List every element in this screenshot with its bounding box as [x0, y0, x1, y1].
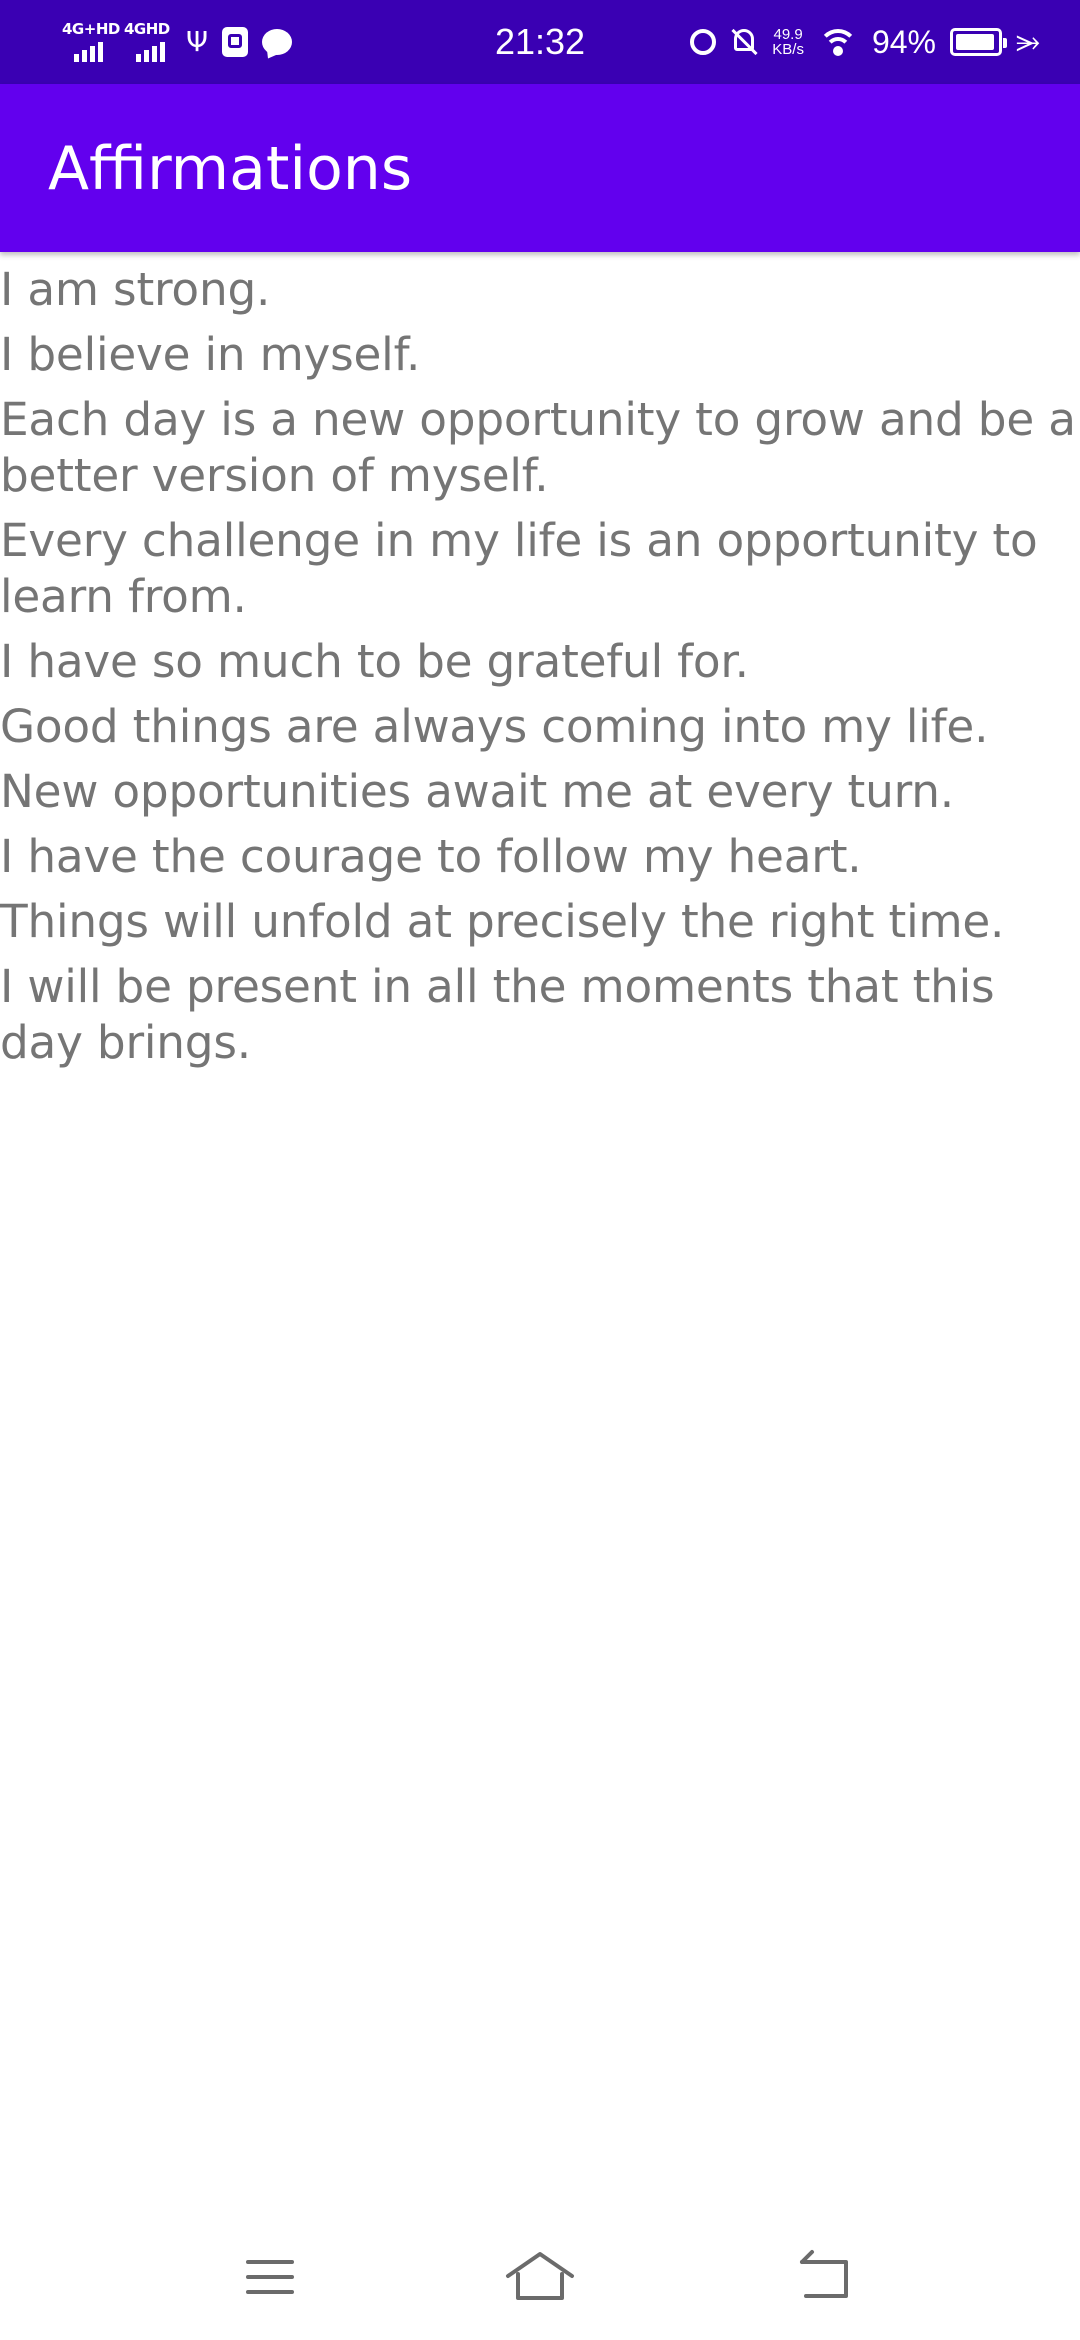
affirmation-item: Things will unfold at precisely the righ…: [0, 895, 1005, 948]
menu-icon[interactable]: [230, 2240, 310, 2310]
status-bar: 4G+HD 4GHD Ψ 21:32 49.9 KB/s 94% ⭃: [0, 0, 1080, 84]
affirmation-item: I am strong.: [0, 263, 271, 316]
navigation-bar: [0, 2210, 1080, 2340]
alarm-icon: [690, 29, 717, 55]
bell-muted-icon: [730, 27, 758, 57]
affirmation-item: I will be present in all the moments tha…: [0, 960, 995, 1069]
affirmation-item: I have the courage to follow my heart.: [0, 830, 862, 883]
affirmation-item: I have so much to be grateful for.: [0, 635, 749, 688]
battery-level-fill: [956, 34, 994, 50]
network-speed: 49.9 KB/s: [772, 27, 804, 57]
affirmation-list[interactable]: I am strong. I believe in myself. Each day…: [0, 258, 1080, 1076]
network-speed-value: 49.9: [773, 26, 803, 43]
charging-icon: ⭃: [1016, 24, 1040, 59]
app-title: Affirmations: [48, 134, 413, 204]
back-icon[interactable]: [786, 2240, 866, 2310]
battery-percent: 94%: [871, 23, 936, 60]
status-bar-right: 49.9 KB/s 94% ⭃: [690, 20, 1040, 64]
home-icon[interactable]: [500, 2240, 580, 2310]
wifi-icon: [817, 27, 858, 57]
battery-icon: [950, 28, 1007, 56]
affirmation-item: Good things are always coming into my li…: [0, 700, 989, 753]
affirmation-item: New opportunities await me at every turn…: [0, 765, 954, 818]
network-speed-unit: KB/s: [772, 41, 804, 58]
affirmation-item: Each day is a new opportunity to grow an…: [0, 393, 1076, 502]
app-bar: Affirmations: [0, 84, 1080, 252]
affirmation-item: Every challenge in my life is an opportu…: [0, 514, 1038, 623]
affirmation-item: I believe in myself.: [0, 328, 421, 381]
